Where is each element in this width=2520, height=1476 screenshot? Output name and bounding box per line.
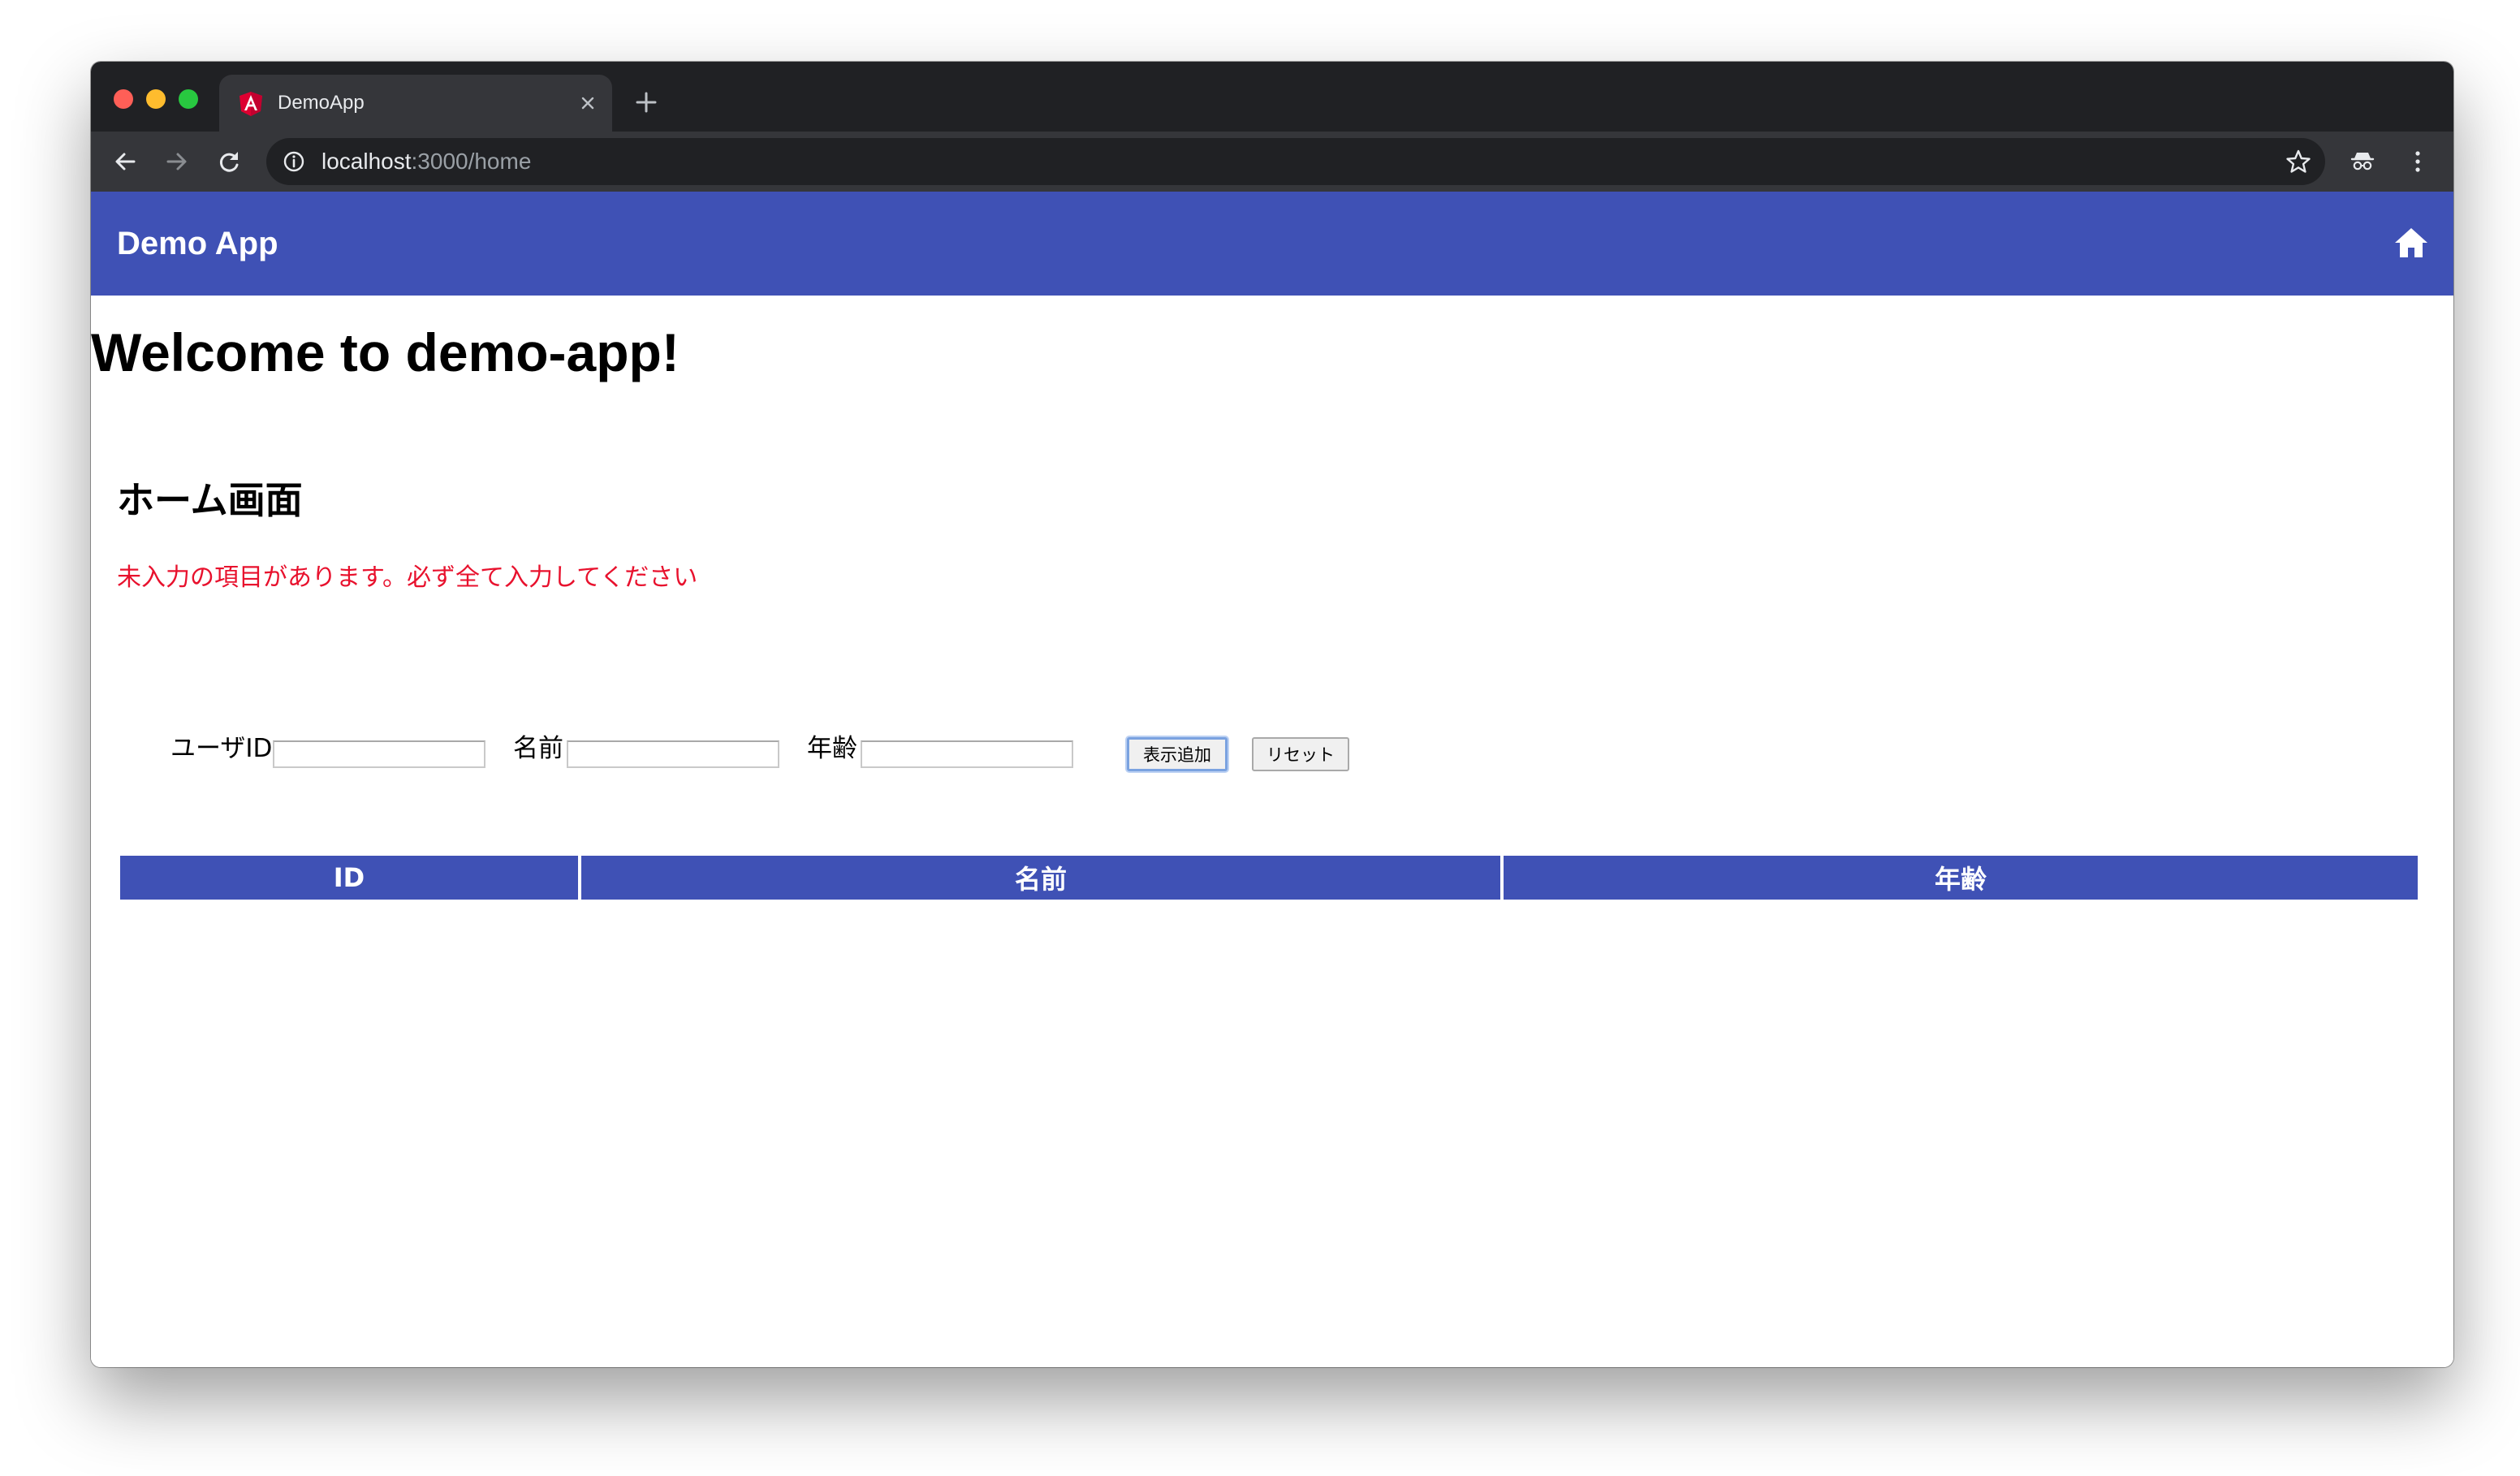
user-id-label: ユーザID — [170, 734, 273, 763]
close-tab-icon[interactable] — [575, 90, 601, 116]
browser-toolbar: localhost:3000/home — [91, 132, 2453, 192]
bookmark-star-icon[interactable] — [2285, 148, 2312, 175]
more-menu-icon[interactable] — [2401, 145, 2434, 178]
tab-title: DemoApp — [278, 92, 365, 114]
reset-button[interactable]: リセット — [1252, 737, 1349, 771]
column-header-name[interactable]: 名前 — [581, 856, 1500, 900]
tab-strip: DemoApp — [91, 62, 2453, 132]
reload-icon[interactable] — [213, 145, 245, 178]
minimize-window-button[interactable] — [146, 89, 166, 109]
screen: DemoApp localhost:3000/home Demo App Wel… — [0, 0, 2520, 1476]
app-title: Demo App — [117, 226, 278, 261]
app-toolbar: Demo App — [91, 192, 2453, 296]
page-content: Welcome to demo-app! ホーム画面 未入力の項目があります。必… — [91, 296, 2453, 1367]
age-input[interactable] — [861, 740, 1073, 768]
welcome-heading: Welcome to demo-app! — [91, 322, 680, 382]
browser-tab-demoapp[interactable]: DemoApp — [219, 75, 612, 132]
home-icon[interactable] — [2393, 226, 2429, 260]
table-header-row: ID 名前 年齢 — [120, 856, 2418, 900]
name-label: 名前 — [513, 734, 563, 763]
column-header-id[interactable]: ID — [120, 856, 578, 900]
validation-error-message: 未入力の項目があります。必ず全て入力してください — [117, 563, 698, 592]
page-title: ホーム画面 — [117, 478, 303, 522]
back-arrow-icon[interactable] — [109, 145, 141, 178]
add-display-button[interactable]: 表示追加 — [1127, 737, 1228, 771]
angular-icon — [239, 92, 262, 116]
new-tab-icon[interactable] — [632, 88, 661, 117]
close-window-button[interactable] — [114, 89, 133, 109]
address-bar[interactable]: localhost:3000/home — [266, 138, 2325, 185]
maximize-window-button[interactable] — [179, 89, 198, 109]
url-text[interactable]: localhost:3000/home — [321, 138, 531, 185]
user-id-input[interactable] — [273, 740, 485, 768]
forward-arrow-icon[interactable] — [161, 145, 193, 178]
incognito-icon[interactable] — [2346, 145, 2379, 178]
user-table: ID 名前 年齢 — [117, 856, 2421, 900]
name-input[interactable] — [567, 740, 779, 768]
info-icon[interactable] — [281, 149, 307, 175]
column-header-age[interactable]: 年齢 — [1504, 856, 2418, 900]
browser-window: DemoApp localhost:3000/home Demo App Wel… — [91, 62, 2453, 1367]
age-label: 年齢 — [807, 734, 857, 763]
